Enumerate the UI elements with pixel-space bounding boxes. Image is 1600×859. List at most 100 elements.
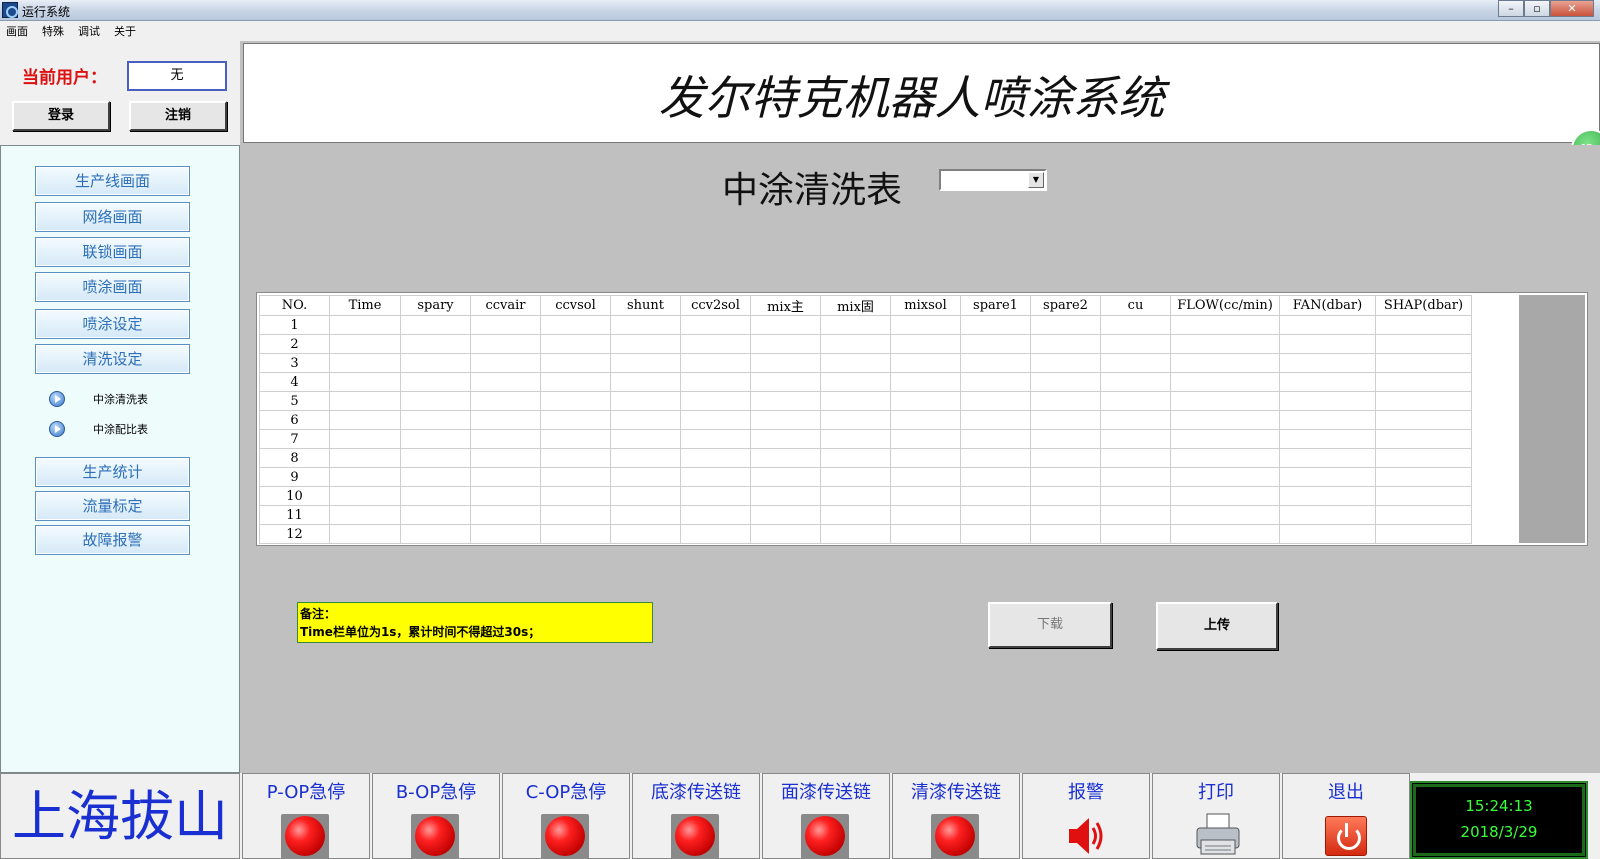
red-indicator-icon[interactable] xyxy=(411,814,459,859)
table-cell[interactable] xyxy=(610,410,681,430)
upload-button[interactable]: 上传 xyxy=(1156,602,1278,650)
table-cell[interactable] xyxy=(680,429,751,449)
table-cell[interactable] xyxy=(890,448,961,468)
table-cell[interactable] xyxy=(680,486,751,506)
table-cell[interactable] xyxy=(610,315,681,335)
table-cell[interactable] xyxy=(1170,315,1280,335)
table-cell[interactable] xyxy=(1030,467,1101,487)
table-cell[interactable] xyxy=(540,315,611,335)
download-button[interactable]: 下载 xyxy=(988,602,1112,648)
table-cell[interactable] xyxy=(470,486,541,506)
table-cell[interactable] xyxy=(1279,486,1376,506)
table-cell[interactable] xyxy=(540,372,611,392)
table-cell[interactable] xyxy=(890,372,961,392)
table-select[interactable]: ▼ xyxy=(939,169,1047,191)
table-cell[interactable] xyxy=(540,467,611,487)
table-cell[interactable] xyxy=(1030,505,1101,525)
menu-item-about[interactable]: 关于 xyxy=(114,23,136,39)
table-cell[interactable] xyxy=(750,410,821,430)
table-cell[interactable] xyxy=(960,334,1031,354)
close-button[interactable]: ✕ xyxy=(1550,0,1594,17)
table-cell[interactable] xyxy=(1279,353,1376,373)
table-cell[interactable] xyxy=(1170,334,1280,354)
table-cell[interactable] xyxy=(400,334,471,354)
table-cell[interactable] xyxy=(1170,467,1280,487)
table-cell[interactable] xyxy=(329,353,401,373)
table-cell[interactable] xyxy=(1100,410,1171,430)
table-cell[interactable] xyxy=(1375,372,1472,392)
table-cell[interactable] xyxy=(1100,391,1171,411)
table-cell[interactable] xyxy=(470,334,541,354)
menu-item-special[interactable]: 特殊 xyxy=(42,23,64,39)
table-cell[interactable] xyxy=(540,410,611,430)
logout-button[interactable]: 注销 xyxy=(129,101,227,131)
table-cell[interactable] xyxy=(540,353,611,373)
red-indicator-icon[interactable] xyxy=(541,814,589,859)
nav-flow-calibration[interactable]: 流量标定 xyxy=(35,491,190,521)
table-cell[interactable] xyxy=(1279,372,1376,392)
table-cell[interactable] xyxy=(329,410,401,430)
table-cell[interactable] xyxy=(820,448,891,468)
table-cell[interactable] xyxy=(750,505,821,525)
c-op-estop[interactable]: C-OP急停 xyxy=(502,773,630,859)
table-cell[interactable] xyxy=(750,486,821,506)
login-button[interactable]: 登录 xyxy=(12,101,110,131)
table-cell[interactable] xyxy=(1100,353,1171,373)
table-cell[interactable] xyxy=(1279,524,1376,544)
clearcoat-conveyor[interactable]: 清漆传送链 xyxy=(892,773,1020,859)
table-cell[interactable] xyxy=(470,448,541,468)
nav-spraying[interactable]: 喷涂画面 xyxy=(35,272,190,302)
table-cell[interactable] xyxy=(890,334,961,354)
table-cell[interactable] xyxy=(960,353,1031,373)
table-cell[interactable] xyxy=(1030,429,1101,449)
maximize-button[interactable]: ▫ xyxy=(1524,0,1550,17)
red-indicator-icon[interactable] xyxy=(801,814,849,859)
table-cell[interactable] xyxy=(960,524,1031,544)
table-cell[interactable] xyxy=(1100,448,1171,468)
table-cell[interactable] xyxy=(1030,334,1101,354)
table-cell[interactable] xyxy=(750,315,821,335)
table-cell[interactable] xyxy=(540,486,611,506)
table-cell[interactable] xyxy=(1279,448,1376,468)
table-cell[interactable] xyxy=(820,353,891,373)
nav-spray-settings[interactable]: 喷涂设定 xyxy=(35,309,190,339)
table-cell[interactable] xyxy=(610,353,681,373)
table-cell[interactable] xyxy=(1170,524,1280,544)
table-cell[interactable] xyxy=(400,505,471,525)
table-cell[interactable] xyxy=(1170,486,1280,506)
table-cell[interactable] xyxy=(400,353,471,373)
red-indicator-icon[interactable] xyxy=(931,814,979,859)
chevron-down-icon[interactable]: ▼ xyxy=(1028,172,1044,188)
table-cell[interactable] xyxy=(1170,448,1280,468)
table-cell[interactable] xyxy=(540,429,611,449)
table-cell[interactable] xyxy=(1170,505,1280,525)
table-cell[interactable] xyxy=(540,334,611,354)
table-cell[interactable] xyxy=(329,391,401,411)
table-cell[interactable] xyxy=(400,448,471,468)
table-cell[interactable] xyxy=(470,467,541,487)
speaker-icon[interactable] xyxy=(1067,812,1107,859)
menu-item-debug[interactable]: 调试 xyxy=(78,23,100,39)
p-op-estop[interactable]: P-OP急停 xyxy=(242,773,370,859)
table-cell[interactable] xyxy=(329,467,401,487)
table-cell[interactable] xyxy=(820,505,891,525)
table-cell[interactable] xyxy=(750,353,821,373)
table-cell[interactable] xyxy=(1100,486,1171,506)
table-cell[interactable] xyxy=(1375,448,1472,468)
table-cell[interactable] xyxy=(1170,372,1280,392)
table-cell[interactable] xyxy=(540,448,611,468)
table-cell[interactable] xyxy=(1100,315,1171,335)
table-cell[interactable] xyxy=(1279,505,1376,525)
table-cell[interactable] xyxy=(329,505,401,525)
print-control[interactable]: 打印 xyxy=(1152,773,1280,859)
table-cell[interactable] xyxy=(1030,372,1101,392)
table-cell[interactable] xyxy=(680,505,751,525)
table-cell[interactable] xyxy=(1375,410,1472,430)
nav-interlock[interactable]: 联锁画面 xyxy=(35,237,190,267)
primer-conveyor[interactable]: 底漆传送链 xyxy=(632,773,760,859)
table-cell[interactable] xyxy=(1170,410,1280,430)
table-cell[interactable] xyxy=(329,524,401,544)
table-cell[interactable] xyxy=(680,524,751,544)
table-cell[interactable] xyxy=(680,334,751,354)
table-cell[interactable] xyxy=(610,334,681,354)
